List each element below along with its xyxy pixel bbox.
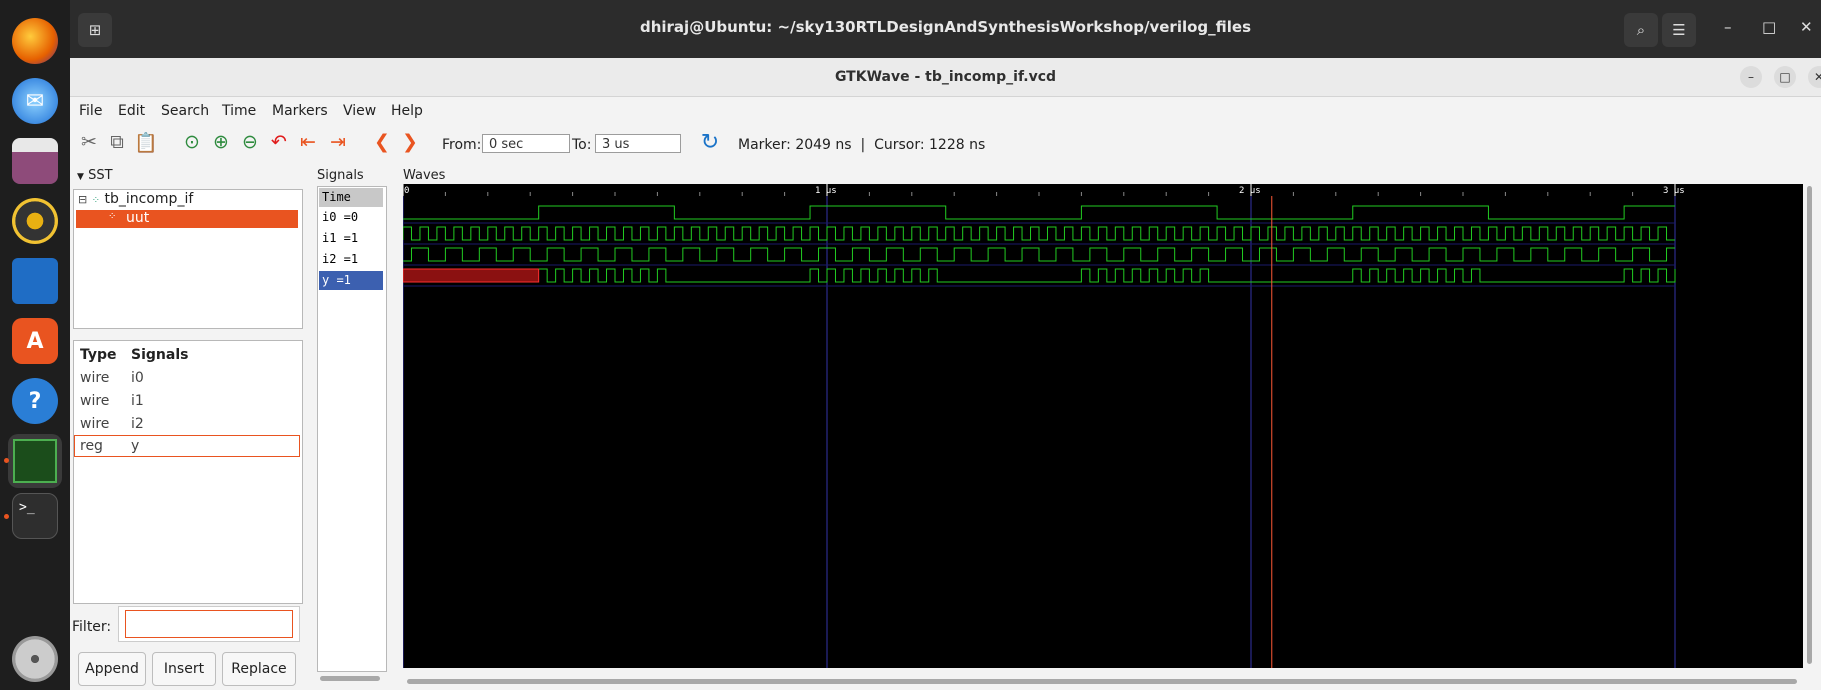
signal-name-i2[interactable]: i2 =1 xyxy=(319,250,383,269)
tree-item-uut[interactable]: ⁘ uut xyxy=(76,210,298,228)
gtkwave-running-indicator xyxy=(4,458,9,463)
sst-title: SST xyxy=(88,168,113,183)
expand-triangle-icon[interactable]: ▼ xyxy=(77,172,84,182)
search-button[interactable]: ⌕ xyxy=(1624,13,1658,47)
waves-vertical-scrollbar[interactable] xyxy=(1807,186,1812,664)
terminal-running-indicator xyxy=(4,514,9,519)
waveform-y-undefined xyxy=(402,268,540,283)
maximize-icon[interactable]: □ xyxy=(1762,18,1776,36)
libreoffice-writer-icon[interactable] xyxy=(12,258,58,304)
signal-type: reg xyxy=(80,438,103,454)
window-title: GTKWave - tb_incomp_if.vcd xyxy=(834,69,1057,85)
signal-name-i0[interactable]: i0 =0 xyxy=(319,208,383,227)
time-tick-label: 2 us xyxy=(1239,186,1261,196)
rhythmbox-icon[interactable] xyxy=(12,198,58,244)
signal-type: wire xyxy=(80,393,110,409)
menu-button[interactable]: ☰ xyxy=(1662,13,1696,47)
sst-tree: ⊟ ⁘ tb_incomp_if ⁘ uut xyxy=(73,189,303,329)
signal-row-selected[interactable]: reg y xyxy=(74,435,300,457)
zoom-to-start-icon[interactable]: ⇤ xyxy=(296,130,320,154)
tree-item-label: tb_incomp_if xyxy=(104,191,194,207)
disc-icon[interactable] xyxy=(12,636,58,682)
terminal-title: dhiraj@Ubuntu: ~/sky130RTLDesignAndSynth… xyxy=(639,18,1252,36)
close-icon[interactable]: ✕ xyxy=(1800,18,1813,36)
sst-header[interactable]: ▼ SST xyxy=(77,168,113,183)
tree-item-label: uut xyxy=(126,210,150,226)
thunderbird-icon[interactable]: ✉ xyxy=(12,78,58,124)
reload-icon[interactable]: ↻ xyxy=(698,130,722,155)
filter-input[interactable] xyxy=(125,610,293,638)
signal-name-y[interactable]: y =1 xyxy=(319,271,383,290)
waveform-y xyxy=(538,268,1676,283)
filter-field[interactable] xyxy=(118,606,300,642)
next-edge-icon[interactable]: ❯ xyxy=(398,130,422,154)
signals-scrollbar[interactable] xyxy=(320,676,380,681)
terminal-icon[interactable]: >_ xyxy=(12,493,58,539)
time-tick-label: 3 us xyxy=(1663,186,1685,196)
waveform-canvas[interactable]: 0 1 us 2 us 3 us xyxy=(402,184,1803,668)
minimize-icon[interactable]: – xyxy=(1724,18,1732,36)
paste-icon[interactable]: 📋 xyxy=(134,130,158,154)
zoom-fit-icon[interactable]: ⊙ xyxy=(180,130,204,154)
previous-edge-icon[interactable]: ❮ xyxy=(370,130,394,154)
help-icon[interactable]: ? xyxy=(12,378,58,424)
toolbar: ✂ ⧉ 📋 ⊙ ⊕ ⊖ ↶ ⇤ ⇥ ❮ ❯ From: 0 sec To: 3 … xyxy=(70,116,1821,156)
terminal-window: ⊞ dhiraj@Ubuntu: ~/sky130RTLDesignAndSyn… xyxy=(70,0,1821,60)
cut-icon[interactable]: ✂ xyxy=(77,130,101,154)
waveform-i0 xyxy=(403,205,1675,220)
signal-name-time[interactable]: Time xyxy=(319,188,383,207)
collapse-icon[interactable]: ⊟ xyxy=(78,193,87,206)
waves-horizontal-scrollbar[interactable] xyxy=(407,679,1797,684)
marker-cursor-readout: Marker: 2049 ns | Cursor: 1228 ns xyxy=(738,137,986,153)
signal-row[interactable]: wire i2 xyxy=(74,413,300,435)
copy-icon[interactable]: ⧉ xyxy=(105,130,129,154)
zoom-to-end-icon[interactable]: ⇥ xyxy=(326,130,350,154)
maximize-icon[interactable]: □ xyxy=(1774,66,1796,88)
signal-name: i0 xyxy=(131,370,144,386)
zoom-in-icon[interactable]: ⊕ xyxy=(209,130,233,154)
minimize-icon[interactable]: – xyxy=(1740,66,1762,88)
time-tick-label: 0 xyxy=(404,186,409,196)
zoom-out-icon[interactable]: ⊖ xyxy=(238,130,262,154)
time-ruler xyxy=(403,184,1803,196)
signal-row[interactable]: wire i0 xyxy=(74,367,300,389)
from-label: From: xyxy=(442,137,482,153)
signal-type: wire xyxy=(80,370,110,386)
waveform-i2 xyxy=(403,247,1675,262)
waveform-view[interactable]: 0 1 us 2 us 3 us xyxy=(402,184,1803,668)
signal-type: wire xyxy=(80,416,110,432)
signals-panel: Signals Time i0 =0 i1 =1 i2 =1 y =1 xyxy=(317,168,387,684)
to-field[interactable]: 3 us xyxy=(595,134,681,153)
waves-header: Waves xyxy=(403,168,446,183)
signals-header: Signals xyxy=(317,168,364,183)
gtkwave-icon[interactable] xyxy=(8,434,62,488)
to-label: To: xyxy=(572,137,592,153)
firefox-icon[interactable] xyxy=(12,18,58,64)
filter-label: Filter: xyxy=(72,619,112,635)
replace-button[interactable]: Replace xyxy=(222,652,296,686)
signal-name-i1[interactable]: i1 =1 xyxy=(319,229,383,248)
window-titlebar: GTKWave - tb_incomp_if.vcd – □ ✕ xyxy=(70,58,1821,97)
insert-button[interactable]: Insert xyxy=(152,652,216,686)
app-center-icon[interactable]: A xyxy=(12,318,58,364)
tree-item-tb-incomp-if[interactable]: ⊟ ⁘ tb_incomp_if xyxy=(78,191,193,207)
signal-name: i2 xyxy=(131,416,144,432)
signals-name-list: Time i0 =0 i1 =1 i2 =1 y =1 xyxy=(317,186,387,672)
ubuntu-dock: ✉ A ? >_ xyxy=(0,0,70,690)
signal-name: i1 xyxy=(131,393,144,409)
type-column-header[interactable]: Type xyxy=(80,347,117,363)
from-field[interactable]: 0 sec xyxy=(482,134,570,153)
signals-column-header[interactable]: Signals xyxy=(131,347,188,363)
signal-list: Type Signals wire i0 wire i1 wire i2 reg… xyxy=(73,340,303,604)
signal-name: y xyxy=(131,438,140,454)
append-button[interactable]: Append xyxy=(78,652,146,686)
undo-zoom-icon[interactable]: ↶ xyxy=(267,130,291,154)
time-tick-label: 1 us xyxy=(815,186,837,196)
module-icon: ⁘ xyxy=(91,195,101,206)
files-icon[interactable] xyxy=(12,138,58,184)
signal-row[interactable]: wire i1 xyxy=(74,390,300,412)
waveform-i1 xyxy=(402,226,1675,241)
module-icon: ⁘ xyxy=(108,211,117,222)
